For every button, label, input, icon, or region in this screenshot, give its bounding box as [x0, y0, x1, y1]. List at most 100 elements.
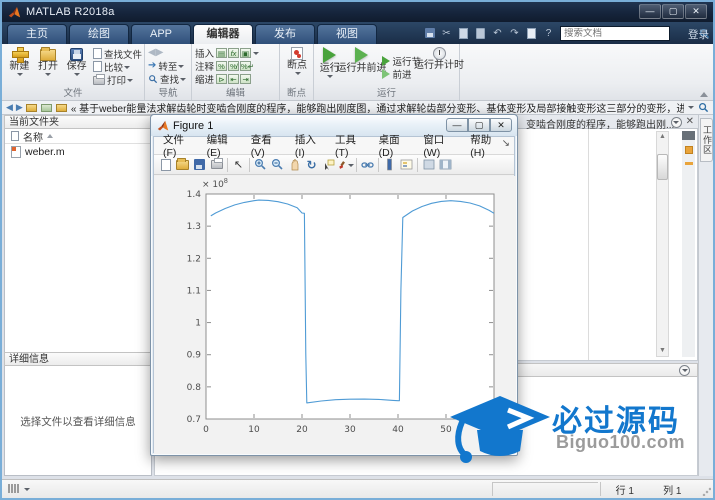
- workspace-dock-tab[interactable]: 工作区: [700, 118, 713, 162]
- redo-icon[interactable]: ↷: [507, 26, 522, 40]
- menu-desktop[interactable]: 桌面(D): [374, 132, 419, 159]
- statusbar-caret: [24, 487, 30, 491]
- menu-file[interactable]: 文件(F): [158, 132, 202, 159]
- name-column-header[interactable]: 名称: [5, 129, 151, 144]
- rotate3d-icon[interactable]: ↻: [303, 157, 320, 173]
- pan-hand-icon[interactable]: [286, 157, 303, 173]
- window-icon[interactable]: [524, 26, 539, 40]
- cut-icon[interactable]: ✂: [439, 26, 454, 40]
- tab-view[interactable]: 视图: [317, 24, 377, 44]
- run-and-advance-button[interactable]: 运行并前进: [336, 47, 386, 87]
- command-window-actions-circle-icon[interactable]: [679, 365, 690, 376]
- save-icon[interactable]: [422, 26, 437, 40]
- message-summary-box[interactable]: [682, 131, 695, 140]
- legend-icon[interactable]: [398, 157, 415, 173]
- find-files-button[interactable]: 查找文件: [92, 47, 142, 61]
- save-button[interactable]: 保存: [62, 47, 91, 87]
- group-label-breakpoints: 断点: [286, 88, 306, 99]
- scroll-down-icon[interactable]: ▼: [657, 346, 668, 356]
- figure-close-button[interactable]: ✕: [490, 118, 512, 132]
- menu-tools[interactable]: 工具(T): [330, 132, 374, 159]
- hide-plot-tools-icon[interactable]: [420, 157, 437, 173]
- compare-icon: [92, 61, 102, 72]
- open-icon[interactable]: [174, 157, 191, 173]
- open-button[interactable]: 打开: [34, 47, 63, 87]
- forward-icon[interactable]: ▶: [16, 102, 23, 113]
- tab-home[interactable]: 主页: [7, 24, 67, 44]
- tab-editor[interactable]: 编辑器: [193, 24, 253, 44]
- new-button[interactable]: 新建: [5, 47, 34, 87]
- undo-icon[interactable]: ↶: [490, 26, 505, 40]
- new-icon: [11, 47, 30, 63]
- statusbar-widget[interactable]: [8, 484, 30, 493]
- paste-icon[interactable]: [473, 26, 488, 40]
- ribbon-group-edit: 插入 ▤ fx ▣ 注释 % %̸ %↵ 缩进 ⊳ ⇤ ⇥ 编辑: [192, 44, 280, 100]
- save-icon[interactable]: [191, 157, 208, 173]
- dock-figure-icon[interactable]: ↘: [502, 138, 510, 149]
- warning-line-marker[interactable]: [684, 162, 693, 165]
- goto-icon: ➔: [148, 59, 157, 71]
- figure-menu-bar: 文件(F) 编辑(E) 查看(V) 插入(I) 工具(T) 桌面(D) 窗口(W…: [154, 134, 514, 159]
- new-figure-icon[interactable]: [157, 157, 174, 173]
- svg-text:× 108: × 108: [202, 178, 228, 190]
- indent-button[interactable]: 缩进 ⊳ ⇤ ⇥: [195, 72, 277, 86]
- resize-grip[interactable]: [702, 487, 711, 496]
- copy-icon[interactable]: [456, 26, 471, 40]
- tab-plots[interactable]: 绘图: [69, 24, 129, 44]
- edit-cursor-icon[interactable]: ↖: [230, 157, 247, 173]
- close-button[interactable]: ✕: [685, 4, 707, 19]
- minimize-button[interactable]: —: [639, 4, 661, 19]
- editor-divider: [588, 129, 589, 360]
- link-plot-icon[interactable]: [359, 157, 376, 173]
- help-icon[interactable]: ?: [541, 26, 556, 40]
- zoom-in-icon[interactable]: [252, 157, 269, 173]
- tab-publish[interactable]: 发布: [255, 24, 315, 44]
- data-cursor-icon[interactable]: [320, 157, 337, 173]
- zoom-out-icon[interactable]: [269, 157, 286, 173]
- up-folder-icon[interactable]: [25, 103, 37, 112]
- find-button[interactable]: 插入 查找: [148, 72, 189, 86]
- tab-apps[interactable]: APP: [131, 24, 191, 44]
- current-folder-header[interactable]: 当前文件夹: [4, 115, 152, 129]
- editor-actions-circle-icon[interactable]: [670, 116, 682, 128]
- breadcrumb[interactable]: « 基于weber能量法求解齿轮时变啮合刚度的程序，能够跑出刚度图，通过求解轮齿…: [71, 100, 684, 115]
- run-and-time-button[interactable]: 运行并计时: [414, 47, 464, 87]
- scroll-up-icon[interactable]: ▲: [657, 132, 668, 142]
- sign-in-link[interactable]: 登录: [688, 27, 709, 42]
- show-plot-tools-icon[interactable]: [437, 157, 454, 173]
- folder-icon: [55, 103, 67, 112]
- file-type-icon: [11, 131, 19, 141]
- address-search-icon[interactable]: [698, 102, 709, 113]
- scrollbar-thumb[interactable]: [657, 154, 668, 180]
- insert-button[interactable]: 插入 ▤ fx ▣: [195, 46, 277, 60]
- compare-button[interactable]: 比较: [92, 60, 142, 74]
- editor-scrollbar[interactable]: ▲ ▼: [656, 131, 669, 357]
- breakpoints-button[interactable]: 断点: [283, 47, 311, 87]
- nav-history-arrows[interactable]: ◀ ▶: [148, 46, 189, 59]
- ribbon-collapse-icon[interactable]: [700, 92, 708, 97]
- menu-view[interactable]: 查看(V): [246, 132, 290, 159]
- figure-minimize-button[interactable]: —: [446, 118, 468, 132]
- line-indicator: 行 1: [615, 485, 634, 497]
- comment-button[interactable]: 注释 % %̸ %↵: [195, 59, 277, 73]
- menu-insert[interactable]: 插入(I): [290, 132, 330, 159]
- editor-close-icon[interactable]: ✕: [686, 117, 694, 127]
- print-icon[interactable]: [208, 157, 225, 173]
- doc-search-input[interactable]: [561, 27, 699, 40]
- path-dropdown-caret[interactable]: [688, 106, 694, 109]
- file-row-weber[interactable]: weber.m: [5, 144, 151, 159]
- menu-edit[interactable]: 编辑(E): [202, 132, 246, 159]
- back-icon[interactable]: ◀: [6, 102, 13, 113]
- recent-folders-icon[interactable]: [40, 103, 52, 112]
- watermark: 必过源码 Biguo100.com: [450, 394, 712, 469]
- menu-window[interactable]: 窗口(W): [418, 132, 465, 159]
- grip-bars-icon: [8, 484, 20, 493]
- brush-icon[interactable]: [337, 157, 354, 173]
- graduation-cap-icon: [450, 396, 550, 463]
- goto-button[interactable]: ➔ 转至: [148, 59, 189, 73]
- details-header[interactable]: 详细信息: [4, 352, 152, 366]
- warning-marker[interactable]: [684, 146, 693, 154]
- colorbar-icon[interactable]: [381, 157, 398, 173]
- figure-maximize-button[interactable]: ▢: [468, 118, 490, 132]
- maximize-button[interactable]: ▢: [662, 4, 684, 19]
